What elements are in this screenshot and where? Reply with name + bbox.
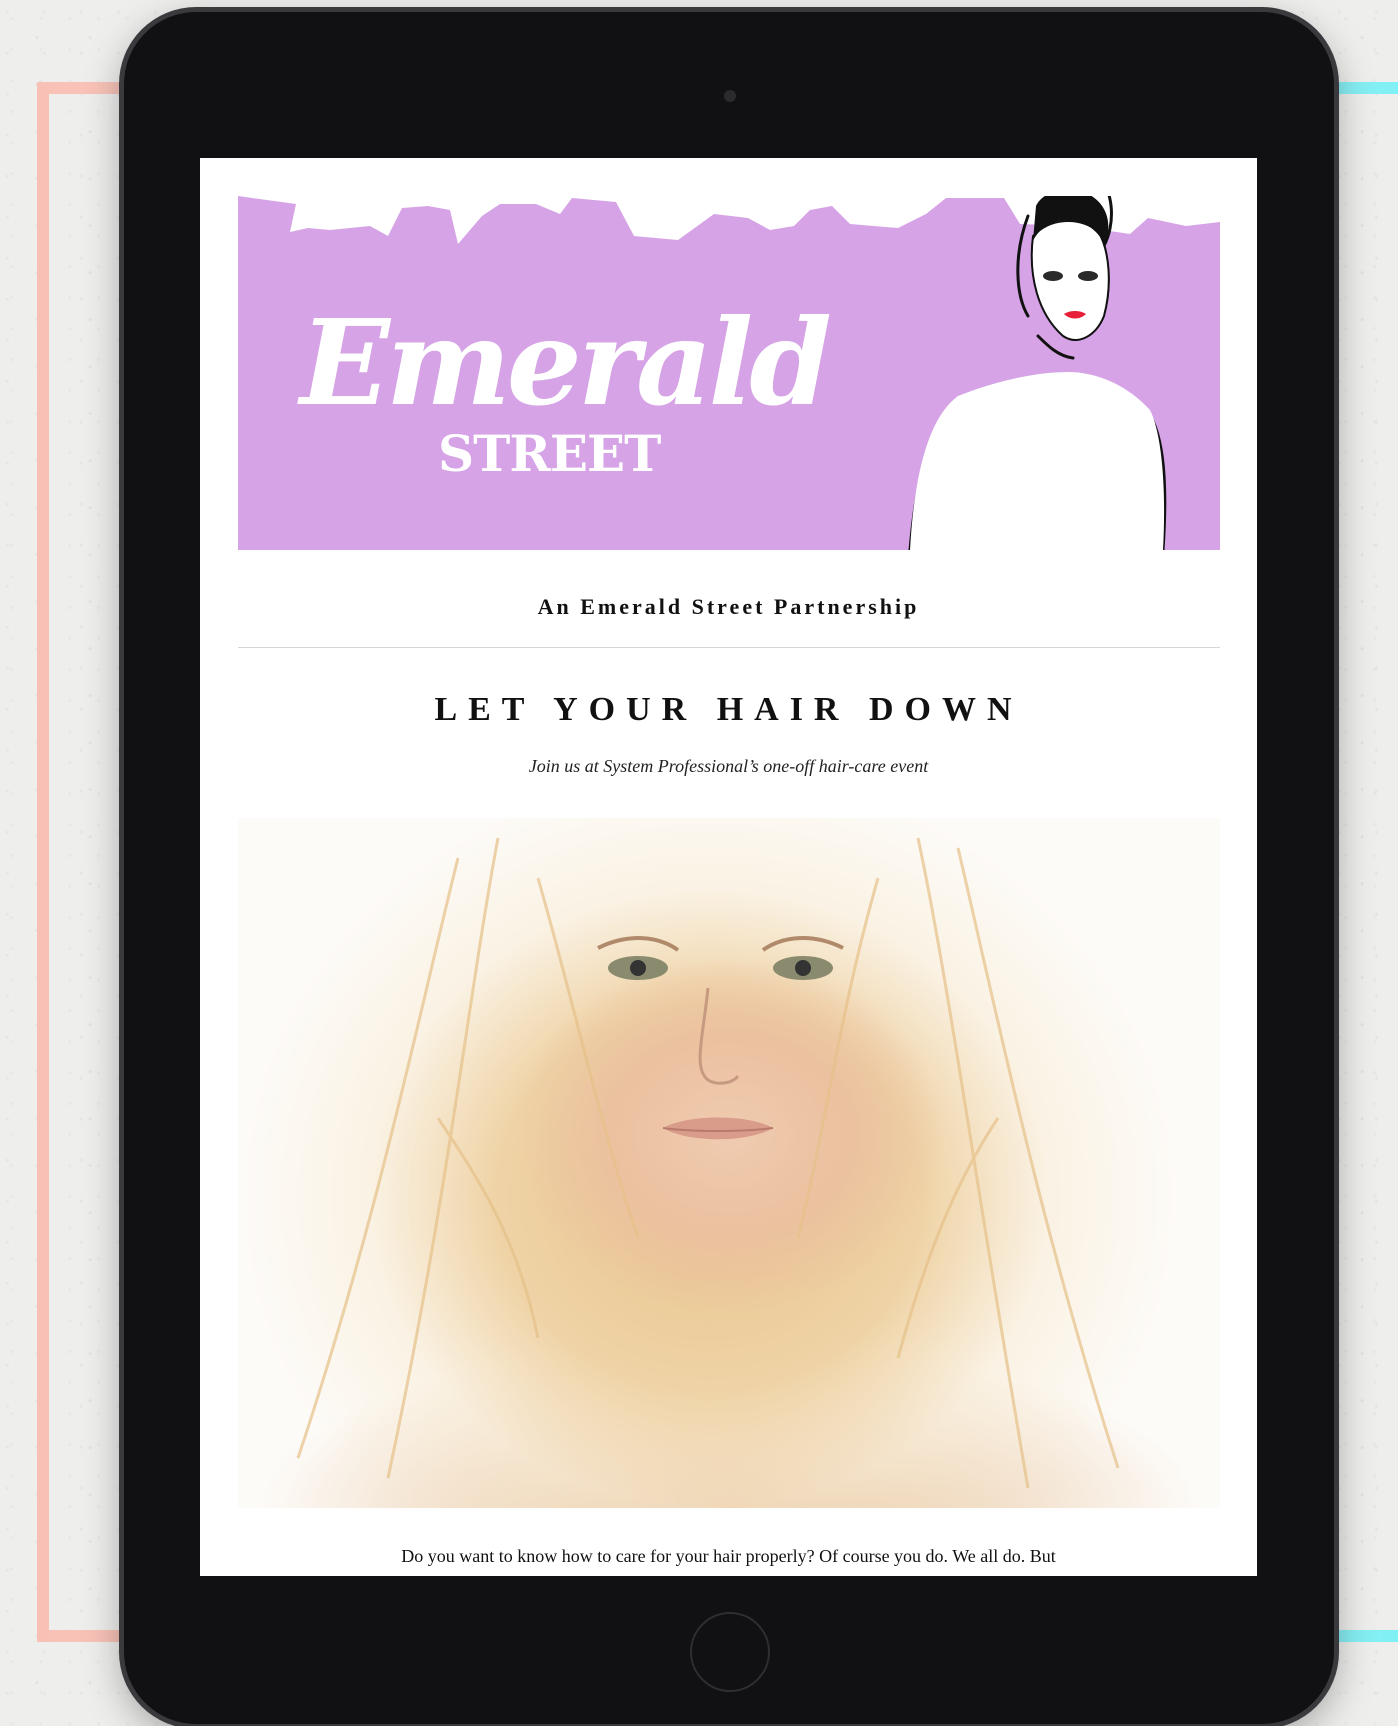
brand-logo-text: Emerald	[300, 293, 832, 432]
email-screen[interactable]: Emerald STREET An Emerald Street Partner…	[200, 158, 1257, 1576]
brand-logo-subtext: STREET	[438, 424, 661, 483]
hero-portrait	[296, 837, 1120, 1489]
home-button-icon[interactable]	[690, 1612, 770, 1692]
email-subheadline: Join us at System Professional’s one-off…	[528, 756, 929, 776]
tablet-device: Emerald STREET An Emerald Street Partner…	[124, 12, 1334, 1724]
body-paragraph: Do you want to know how to care for your…	[401, 1546, 1056, 1566]
header-banner: Emerald STREET	[238, 196, 1220, 550]
partnership-label: An Emerald Street Partnership	[537, 594, 920, 619]
section-divider	[238, 647, 1220, 648]
frame-left-border	[37, 82, 49, 1642]
email-headline: LET YOUR HAIR DOWN	[434, 691, 1023, 728]
camera-dot-icon	[724, 90, 736, 102]
hero-image[interactable]	[238, 818, 1220, 1508]
